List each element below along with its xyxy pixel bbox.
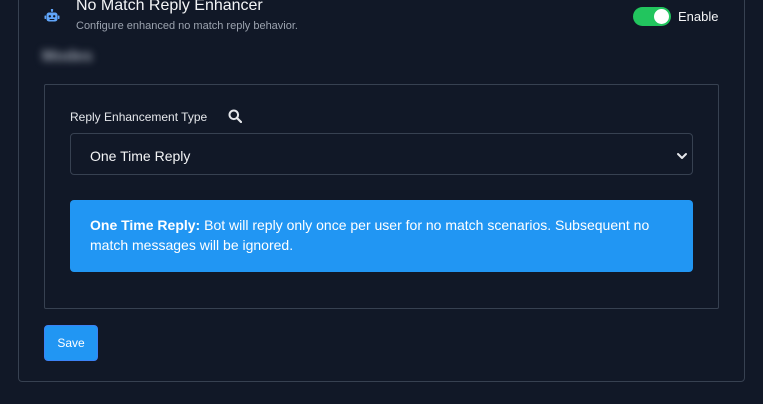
page-subtitle: Configure enhanced no match reply behavi…: [76, 20, 298, 32]
enable-toggle[interactable]: [633, 7, 671, 26]
search-icon[interactable]: [228, 109, 243, 124]
enable-toggle-label: Enable: [678, 9, 719, 24]
chevron-down-icon: [676, 149, 688, 161]
toggle-knob: [654, 9, 669, 24]
alert-title: One Time Reply:: [90, 217, 201, 233]
reply-type-select[interactable]: One Time Reply: [70, 133, 693, 175]
page: No Match Reply Enhancer Configure enhanc…: [0, 0, 763, 404]
blurred-section-label: Modes: [42, 48, 93, 65]
page-title: No Match Reply Enhancer: [76, 0, 263, 14]
save-button[interactable]: Save: [44, 325, 98, 361]
info-alert: One Time Reply: Bot will reply only once…: [70, 200, 693, 272]
reply-type-selected-value: One Time Reply: [90, 148, 191, 164]
reply-type-label: Reply Enhancement Type: [70, 110, 208, 124]
robot-icon: [44, 8, 60, 25]
